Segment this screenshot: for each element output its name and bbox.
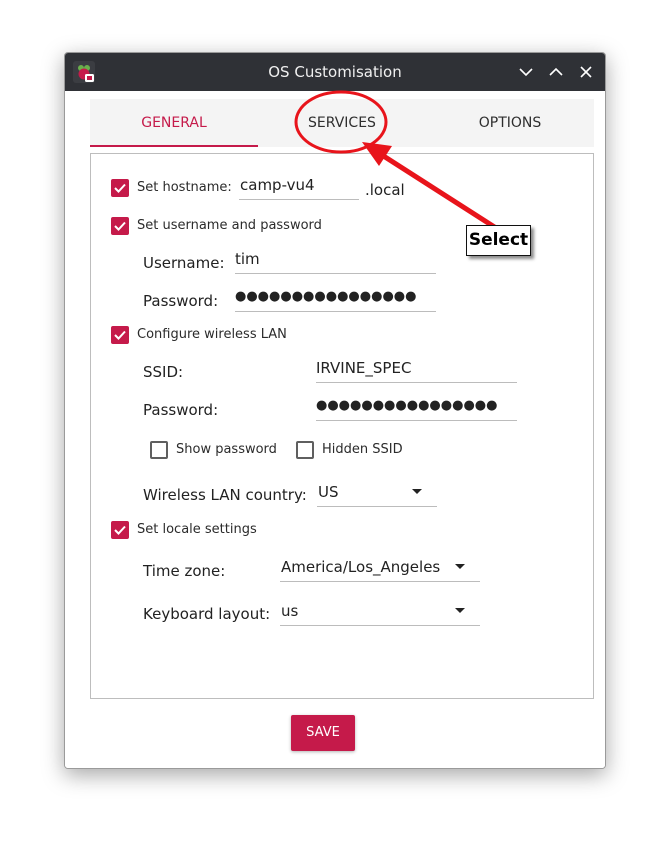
arrow-head-icon [362,142,392,166]
arrow-line [380,152,498,231]
select-annotation-label: Select [466,225,531,256]
annotation-overlay [294,90,498,231]
highlight-circle [294,90,388,154]
